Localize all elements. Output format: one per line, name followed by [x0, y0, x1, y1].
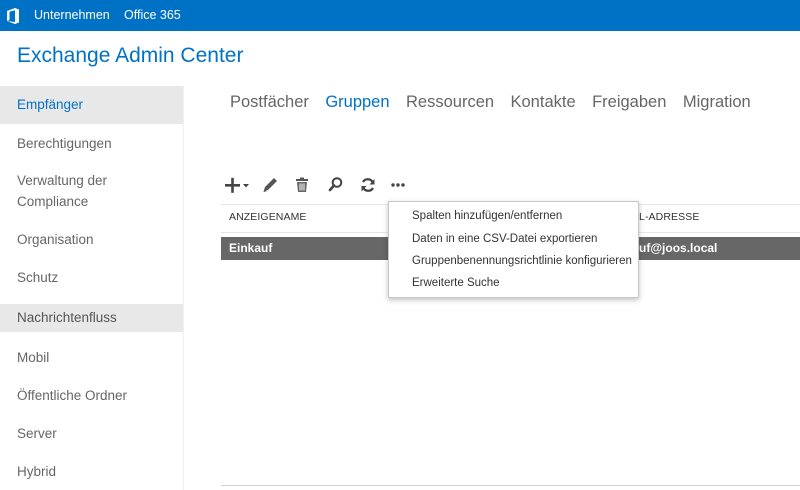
search-button[interactable] — [325, 174, 347, 196]
sidebar-item-label: Empfänger — [17, 97, 84, 112]
menu-item-erweiterte-suche[interactable]: Erweiterte Suche — [412, 277, 500, 289]
menu-item-benennungsrichtlinie[interactable]: Gruppenbenennungsrichtlinie konfiguriere… — [412, 255, 632, 267]
sidebar-item-label: Schutz — [17, 270, 59, 285]
column-header-email[interactable]: L-ADRESSE — [639, 211, 699, 223]
tab-ressourcen[interactable]: Ressourcen — [406, 93, 494, 112]
table-bottom-border — [221, 485, 800, 486]
sidebar-item-label: Hybrid — [17, 464, 57, 479]
office-logo-icon[interactable] — [6, 8, 20, 24]
sidebar-item-compliance[interactable]: Verwaltung der Compliance — [0, 162, 183, 221]
sidebar-item-label: Öffentliche Ordner — [17, 388, 128, 403]
top-navigation-bar: Unternehmen Office 365 — [0, 0, 800, 31]
sidebar-item-label: Server — [17, 426, 57, 441]
sidebar-item-berechtigungen[interactable]: Berechtigungen — [0, 124, 183, 162]
sidebar-item-organisation[interactable]: Organisation — [0, 221, 183, 259]
tab-postfaecher[interactable]: Postfächer — [230, 93, 309, 112]
sidebar-item-mobil[interactable]: Mobil — [0, 332, 183, 370]
delete-icon — [296, 177, 308, 192]
sidebar: Empfänger Berechtigungen Verwaltung der … — [0, 86, 183, 484]
sidebar-item-nachrichtenfluss[interactable]: Nachrichtenfluss — [0, 304, 183, 332]
top-link-unternehmen[interactable]: Unternehmen — [30, 0, 114, 31]
tab-gruppen[interactable]: Gruppen — [325, 93, 389, 112]
page-title: Exchange Admin Center — [17, 44, 244, 67]
sidebar-item-label: Organisation — [17, 232, 94, 247]
sidebar-item-schutz[interactable]: Schutz — [0, 259, 183, 297]
edit-icon — [263, 178, 277, 192]
sidebar-item-label: Nachrichtenfluss — [17, 310, 117, 325]
sidebar-item-hybrid[interactable]: Hybrid — [0, 446, 183, 484]
menu-item-csv-export[interactable]: Daten in eine CSV-Datei exportieren — [412, 233, 597, 245]
more-actions-menu: Spalten hinzufügen/entfernen Daten in ei… — [388, 201, 639, 298]
sidebar-item-empfaenger[interactable]: Empfänger — [0, 86, 183, 124]
tab-freigaben[interactable]: Freigaben — [592, 93, 666, 112]
search-icon — [328, 177, 343, 192]
edit-button[interactable] — [260, 174, 282, 196]
add-button[interactable] — [224, 174, 254, 196]
tab-bar: Postfächer Gruppen Ressourcen Kontakte F… — [230, 93, 763, 112]
cell-name: Einkauf — [229, 241, 273, 255]
menu-item-spalten[interactable]: Spalten hinzufügen/entfernen — [412, 210, 562, 222]
sidebar-item-label: Mobil — [17, 350, 50, 365]
sidebar-item-label: Verwaltung der Compliance — [17, 173, 108, 209]
sidebar-divider — [183, 86, 184, 490]
tab-migration[interactable]: Migration — [683, 93, 751, 112]
refresh-button[interactable] — [357, 174, 379, 196]
add-icon — [225, 177, 249, 193]
column-header-anzeigename[interactable]: ANZEIGENAME — [229, 211, 307, 223]
tab-kontakte[interactable]: Kontakte — [511, 93, 576, 112]
sidebar-item-label: Berechtigungen — [17, 136, 112, 151]
top-link-office365[interactable]: Office 365 — [120, 0, 185, 31]
more-button[interactable] — [388, 174, 410, 196]
more-icon — [391, 183, 405, 187]
refresh-icon — [361, 178, 375, 192]
cell-email: uf@joos.local — [639, 241, 718, 255]
delete-button[interactable] — [291, 174, 313, 196]
sidebar-item-oeffentliche-ordner[interactable]: Öffentliche Ordner — [0, 370, 183, 408]
sidebar-item-server[interactable]: Server — [0, 408, 183, 446]
